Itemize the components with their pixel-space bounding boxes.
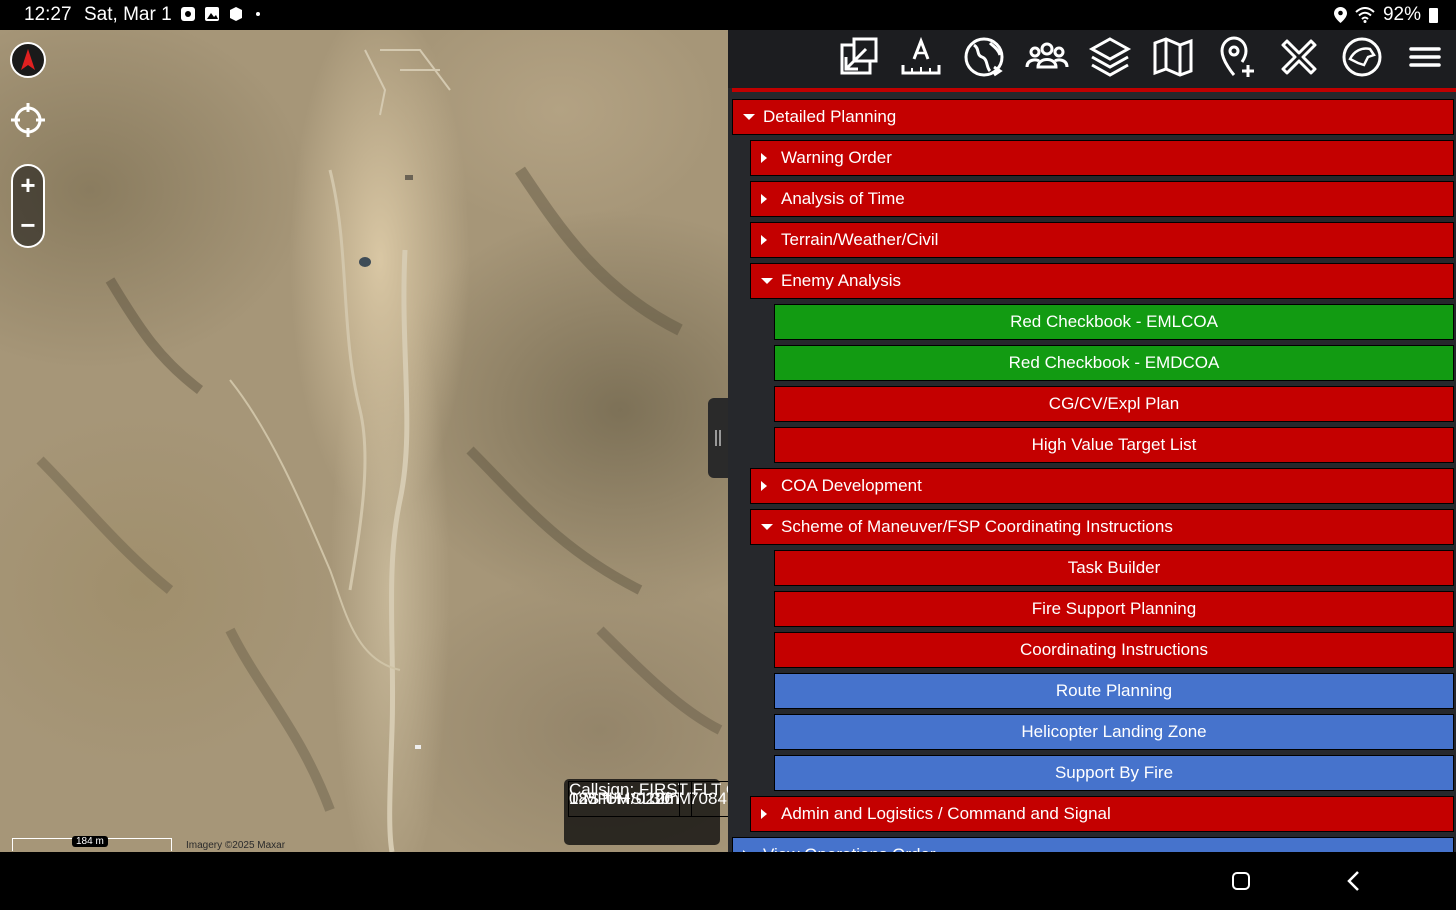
planning-item-label: Helicopter Landing Zone (1021, 722, 1207, 741)
wifi-icon (1355, 7, 1375, 23)
planning-task-button[interactable]: Red Checkbook - EMLCOA (774, 304, 1454, 340)
map-terrain-features (36, 49, 723, 852)
caret-right-icon (761, 223, 767, 257)
status-date: Sat, Mar 1 (84, 4, 172, 25)
planning-task-button[interactable]: High Value Target List (774, 427, 1454, 463)
planning-section-header[interactable]: Terrain/Weather/Civil (750, 222, 1454, 258)
notification-icon (181, 7, 195, 21)
gallery-icon (205, 7, 219, 21)
planning-section-header[interactable]: Warning Order (750, 140, 1454, 176)
planning-item-label: Task Builder (1067, 558, 1161, 577)
planning-item-label: Route Planning (1055, 681, 1173, 700)
planning-section-header[interactable]: Detailed Planning (732, 99, 1454, 135)
northing: 70841 (689, 789, 728, 809)
zoom-out-button[interactable]: − (13, 210, 43, 240)
planning-task-button[interactable]: Fire Support Planning (774, 591, 1454, 627)
compass-button[interactable] (10, 42, 46, 78)
planning-item-label: Red Checkbook - EMLCOA (1010, 312, 1218, 331)
planning-item-label: High Value Target List (1031, 435, 1197, 454)
planning-section-header[interactable]: Analysis of Time (750, 181, 1454, 217)
planning-task-button[interactable]: CG/CV/Expl Plan (774, 386, 1454, 422)
planning-item-label: Enemy Analysis (781, 271, 901, 290)
planning-section-header[interactable]: Enemy Analysis (750, 263, 1454, 299)
planning-item-label: CG/CV/Expl Plan (1048, 394, 1180, 413)
planning-item-label: Analysis of Time (781, 189, 905, 208)
panel-resize-handle[interactable] (708, 398, 728, 478)
planning-section-header[interactable]: Scheme of Maneuver/FSP Coordinating Inst… (750, 509, 1454, 545)
planning-task-button[interactable]: Helicopter Landing Zone (774, 714, 1454, 750)
caret-down-icon (743, 100, 755, 134)
planning-task-button[interactable]: Red Checkbook - EMDCOA (774, 345, 1454, 381)
layers-icon[interactable] (1086, 33, 1134, 81)
planning-item-label: Detailed Planning (763, 107, 897, 126)
planning-task-button[interactable]: Task Builder (774, 550, 1454, 586)
planning-item-label: Support By Fire (1054, 763, 1174, 782)
plugin-icon[interactable] (1338, 33, 1386, 81)
contacts-icon[interactable] (1023, 33, 1071, 81)
caret-right-icon (761, 797, 767, 831)
position-info-box[interactable]: Callsign: FIRST FLT CNTRL 18S UH 02267 7… (564, 779, 728, 845)
home-button[interactable] (1232, 872, 1250, 890)
speed: 0 MPH (569, 789, 621, 809)
planning-item-label: Scheme of Maneuver/FSP Coordinating Inst… (781, 517, 1173, 536)
caret-down-icon (761, 510, 773, 544)
planning-item-label: Terrain/Weather/Civil (781, 230, 939, 249)
my-location-button[interactable] (10, 102, 46, 138)
status-bar: 12:27 Sat, Mar 1 92% (0, 0, 1456, 30)
export-icon[interactable] (834, 33, 882, 81)
list-scroll-edge (732, 88, 1456, 92)
planning-task-button[interactable]: Coordinating Instructions (774, 632, 1454, 668)
planning-task-button[interactable]: Support By Fire (774, 755, 1454, 791)
map-icon[interactable] (1149, 33, 1197, 81)
compass-icon (21, 49, 35, 70)
status-time: 12:27 (24, 4, 72, 25)
zoom-in-button[interactable]: + (13, 170, 43, 200)
caret-right-icon (761, 141, 767, 175)
caret-right-icon (761, 182, 767, 216)
zoom-control: + − (11, 164, 45, 248)
caret-right-icon (743, 838, 749, 852)
caret-right-icon (761, 469, 767, 503)
back-button[interactable] (1344, 870, 1364, 892)
satellite-map[interactable]: + − 184 m Imagery ©2025 Maxar Callsign: … (0, 30, 728, 852)
tools-icon[interactable] (1275, 33, 1323, 81)
planning-item-label: View Operations Order (763, 845, 936, 852)
planning-item-label: Coordinating Instructions (1019, 640, 1209, 659)
planning-item-label: Fire Support Planning (1031, 599, 1197, 618)
location-icon (1333, 7, 1347, 23)
planning-item-label: Admin and Logistics / Command and Signal (781, 804, 1111, 823)
settings-badge-icon (230, 7, 242, 21)
planning-section-header[interactable]: View Operations Order (732, 837, 1454, 852)
more-notifications-icon (256, 12, 260, 16)
battery-icon (1429, 7, 1438, 23)
system-nav-bar (0, 852, 1456, 910)
crosshair-icon (11, 103, 45, 137)
add-marker-icon[interactable] (1212, 33, 1260, 81)
accuracy: +/- 10m (620, 789, 680, 809)
menu-icon[interactable] (1401, 33, 1449, 81)
measure-icon[interactable] (897, 33, 945, 81)
planning-item-label: Warning Order (781, 148, 892, 167)
planning-panel: Detailed Planning Warning Order Analysis o… (728, 30, 1456, 852)
toolbar (728, 30, 1456, 88)
map-attribution: Imagery ©2025 Maxar (186, 840, 286, 851)
planning-task-button[interactable]: Route Planning (774, 673, 1454, 709)
caret-down-icon (761, 264, 773, 298)
planning-section-header[interactable]: Admin and Logistics / Command and Signal (750, 796, 1454, 832)
planning-section-header[interactable]: COA Development (750, 468, 1454, 504)
battery-percent: 92% (1382, 4, 1421, 25)
globe-icon[interactable] (960, 33, 1008, 81)
planning-item-label: Red Checkbook - EMDCOA (1008, 353, 1220, 372)
scale-label: 184 m (72, 836, 108, 847)
planning-item-label: COA Development (781, 476, 922, 495)
